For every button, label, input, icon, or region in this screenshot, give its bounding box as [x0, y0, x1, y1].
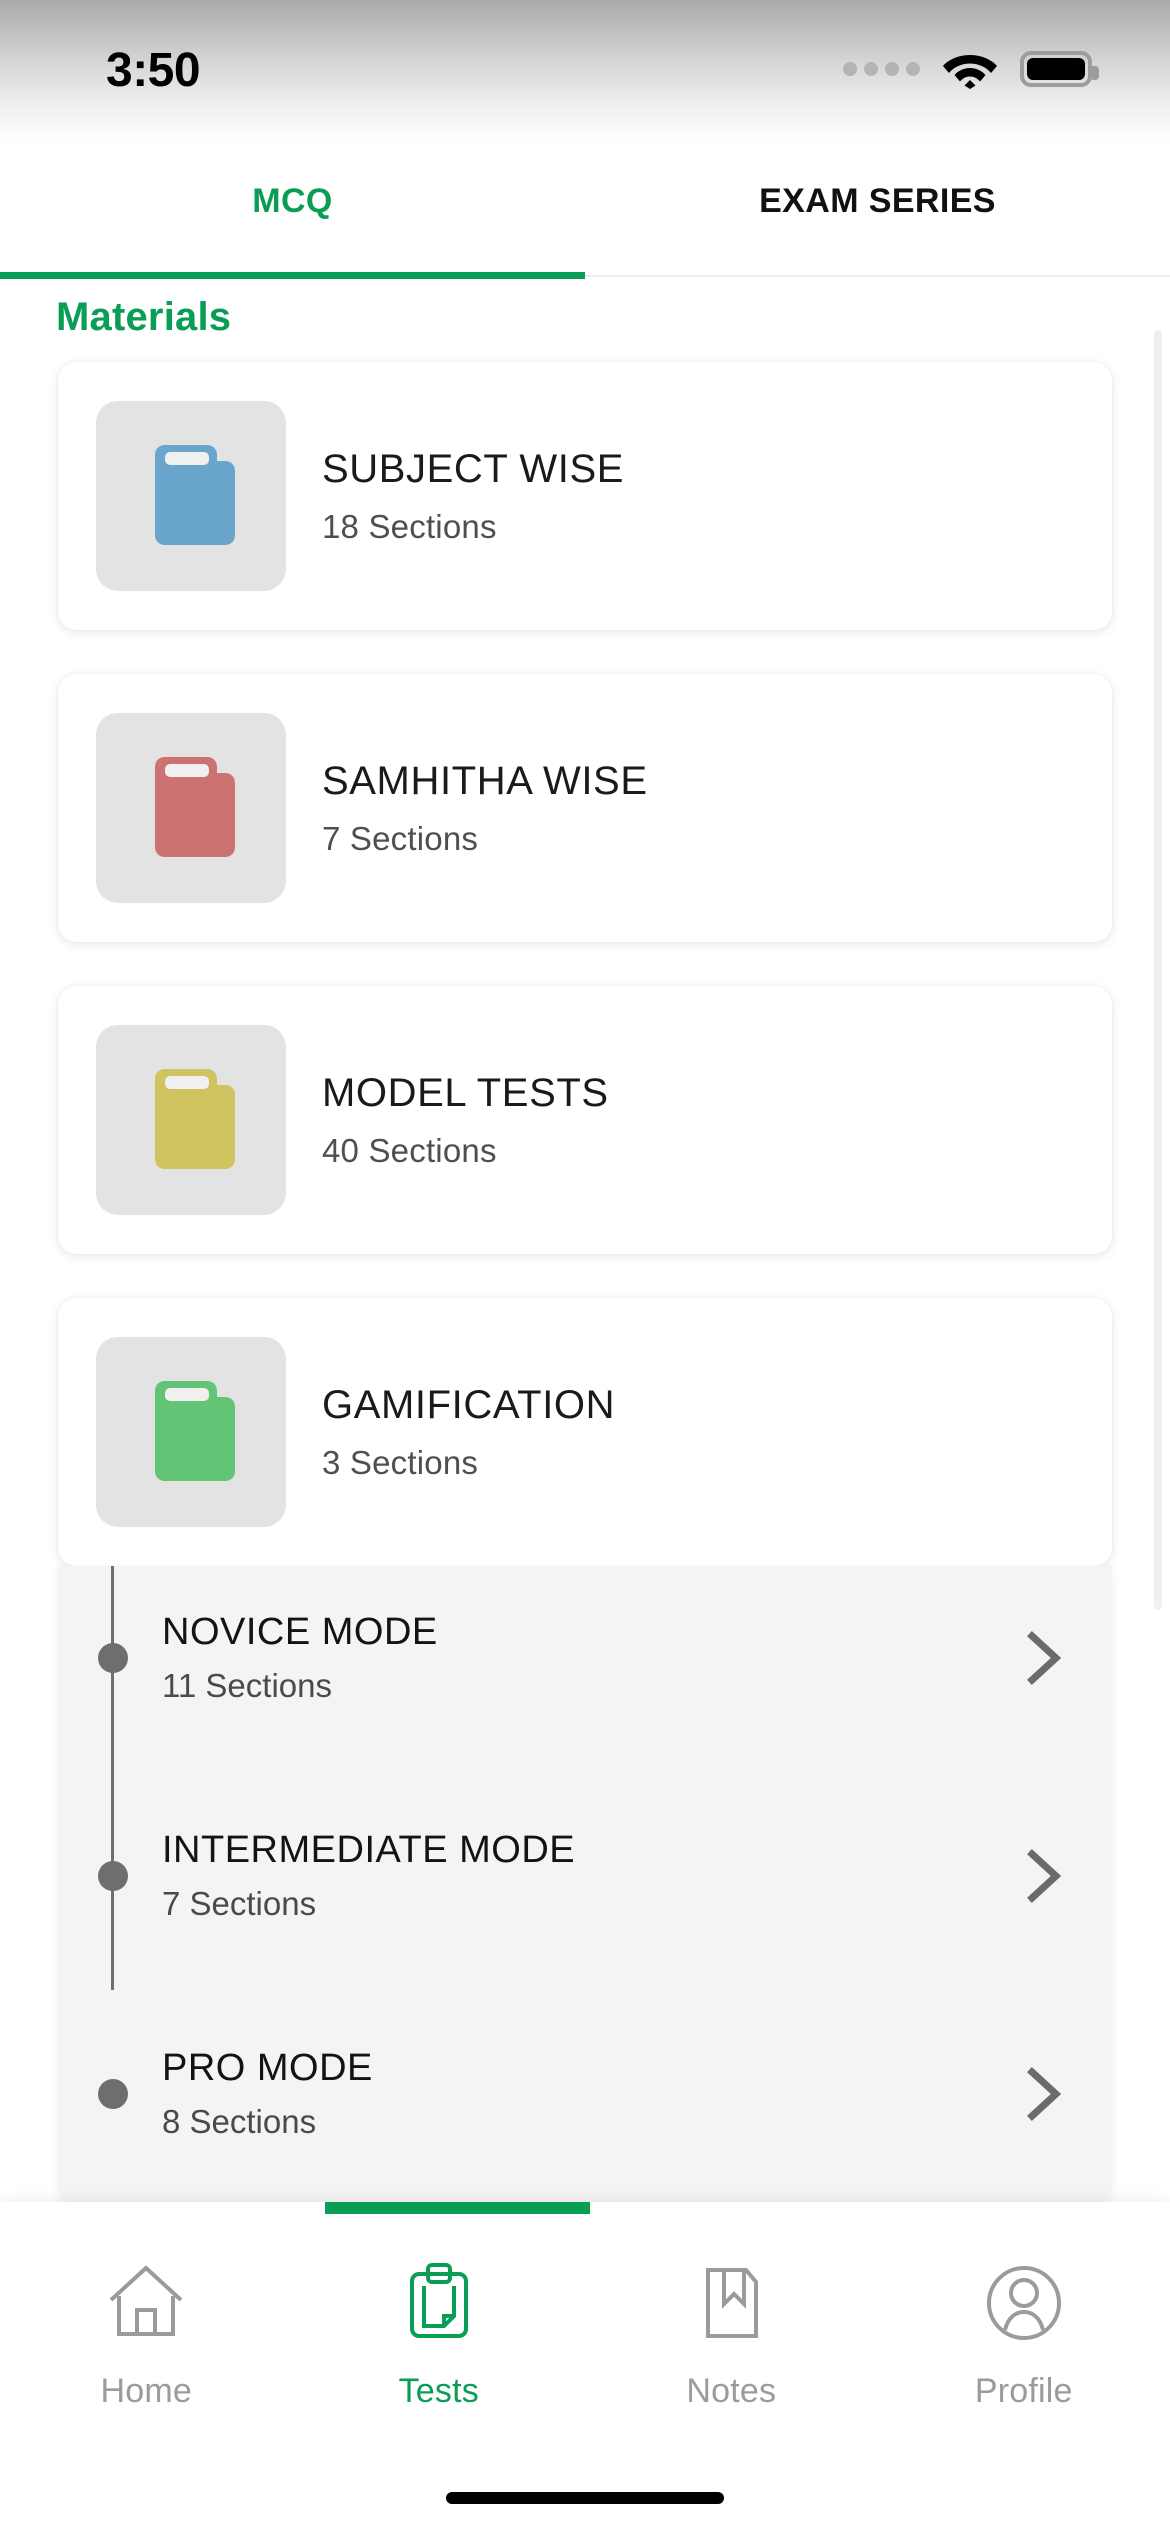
battery-full-icon — [1020, 51, 1099, 87]
book-icon — [155, 445, 235, 545]
status-bar-time: 3:50 — [106, 43, 201, 97]
home-indicator-bar — [446, 2492, 724, 2504]
mode-title: NOVICE MODE — [162, 1611, 438, 1653]
gamification-modes-panel: NOVICE MODE 11 Sections INTERMEDIATE MOD… — [58, 1566, 1112, 2204]
chevron-right-icon[interactable] — [1022, 2064, 1066, 2124]
card-icon-container — [96, 713, 286, 903]
card-icon-container — [96, 1337, 286, 1527]
mode-title: INTERMEDIATE MODE — [162, 1829, 576, 1871]
nav-label: Home — [100, 2372, 192, 2410]
card-title: SAMHITHA WISE — [322, 759, 648, 803]
card-subtitle: 3 Sections — [322, 1444, 479, 1481]
book-icon — [155, 1381, 235, 1481]
card-subtitle: 18 Sections — [322, 508, 497, 545]
clipboard-icon — [409, 2263, 468, 2338]
card-subtitle: 40 Sections — [322, 1132, 497, 1169]
nav-item-notes[interactable]: Notes — [585, 2260, 878, 2492]
bottom-navigation-bar: Home Tests Notes Profile — [0, 2202, 1170, 2532]
card-text-block: MODEL TESTS 40 Sections — [286, 1070, 609, 1170]
mode-title: PRO MODE — [162, 2047, 373, 2089]
timeline-dot — [98, 2079, 128, 2109]
nav-item-home[interactable]: Home — [0, 2260, 293, 2492]
status-bar-indicators — [843, 49, 1099, 101]
chevron-right-icon[interactable] — [1022, 1628, 1066, 1688]
mode-subtitle: 8 Sections — [162, 2103, 317, 2140]
card-text-block: GAMIFICATION 3 Sections — [286, 1382, 615, 1482]
nav-item-tests[interactable]: Tests — [293, 2260, 586, 2492]
card-text-block: SUBJECT WISE 18 Sections — [286, 446, 624, 546]
card-title: MODEL TESTS — [322, 1071, 609, 1115]
nav-label: Profile — [974, 2372, 1073, 2410]
card-text-block: SAMHITHA WISE 7 Sections — [286, 758, 648, 858]
page-title: Materials — [56, 295, 232, 339]
card-samhitha-wise[interactable]: SAMHITHA WISE 7 Sections — [58, 674, 1112, 942]
mode-text-block: PRO MODE 8 Sections — [162, 2047, 1022, 2141]
person-circle-icon — [986, 2266, 1061, 2340]
mode-text-block: NOVICE MODE 11 Sections — [162, 1611, 1022, 1705]
mode-item-pro[interactable]: PRO MODE 8 Sections — [58, 2030, 1112, 2158]
nav-active-indicator — [325, 2202, 590, 2214]
book-icon — [155, 1069, 235, 1169]
timeline-dot — [98, 1643, 128, 1673]
bookmark-note-icon — [706, 2268, 759, 2338]
mode-subtitle: 11 Sections — [162, 1667, 332, 1704]
status-bar: 3:50 — [0, 0, 1170, 150]
tab-mcq[interactable]: MCQ — [0, 150, 585, 277]
signal-dots-icon — [843, 62, 920, 76]
mode-subtitle: 7 Sections — [162, 1885, 317, 1922]
tab-exam-series[interactable]: EXAM SERIES — [585, 150, 1170, 277]
card-icon-container — [96, 1025, 286, 1215]
materials-card-list: SUBJECT WISE 18 Sections SAMHITHA WISE 7… — [0, 340, 1170, 2279]
card-subtitle: 7 Sections — [322, 820, 479, 857]
nav-item-profile[interactable]: Profile — [878, 2260, 1170, 2492]
card-gamification[interactable]: GAMIFICATION 3 Sections — [58, 1298, 1112, 1566]
book-icon — [155, 757, 235, 857]
mode-item-novice[interactable]: NOVICE MODE 11 Sections — [58, 1594, 1112, 1722]
home-icon — [109, 2265, 183, 2336]
card-title: SUBJECT WISE — [322, 447, 625, 491]
card-title: GAMIFICATION — [322, 1383, 616, 1427]
card-subject-wise[interactable]: SUBJECT WISE 18 Sections — [58, 362, 1112, 630]
materials-scroll-area[interactable]: Materials SUBJECT WISE 18 Sections SAMHI… — [0, 279, 1170, 2279]
card-icon-container — [96, 401, 286, 591]
wifi-icon — [943, 55, 997, 89]
mode-text-block: INTERMEDIATE MODE 7 Sections — [162, 1829, 1022, 1923]
tab-active-indicator — [0, 272, 585, 279]
nav-label: Notes — [686, 2372, 777, 2410]
card-model-tests[interactable]: MODEL TESTS 40 Sections — [58, 986, 1112, 1254]
chevron-right-icon[interactable] — [1022, 1846, 1066, 1906]
top-tab-bar: MCQ EXAM SERIES — [0, 150, 1170, 277]
timeline-dot — [98, 1861, 128, 1891]
vertical-scrollbar[interactable] — [1154, 330, 1162, 1610]
tab-inactive-divider — [585, 275, 1170, 277]
mode-item-intermediate[interactable]: INTERMEDIATE MODE 7 Sections — [58, 1812, 1112, 1940]
nav-label: Tests — [398, 2372, 479, 2410]
